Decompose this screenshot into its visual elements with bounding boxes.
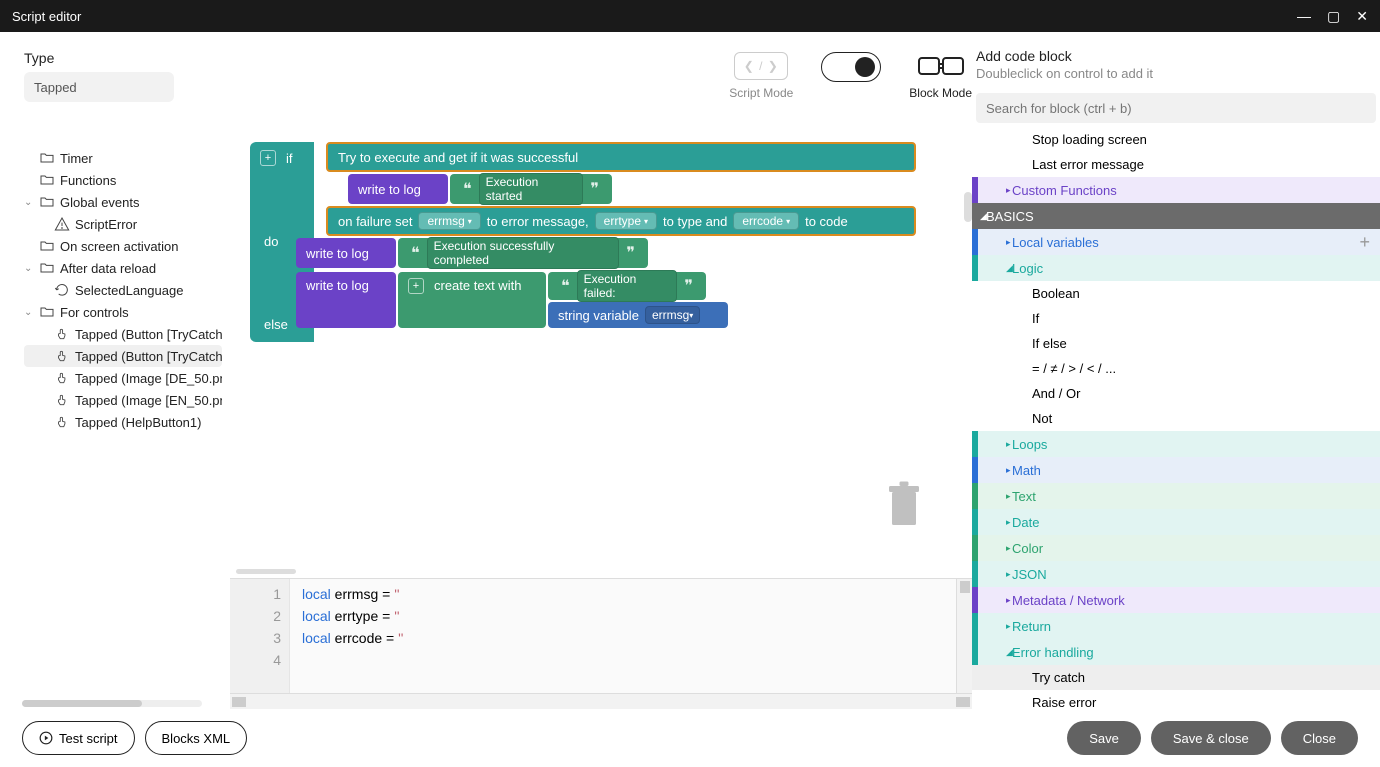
item-not[interactable]: Not: [972, 406, 1380, 431]
item-boolean[interactable]: Boolean: [972, 281, 1380, 306]
type-input[interactable]: [24, 72, 174, 102]
tree: Timer Functions ⌄Global events ScriptErr…: [24, 147, 222, 433]
code-scrollbar-v[interactable]: [956, 579, 972, 693]
script-mode-icon: ❮ / ❯: [734, 52, 788, 80]
cat-local-vars[interactable]: ▸Local variables+: [972, 229, 1380, 255]
item-if[interactable]: If: [972, 306, 1380, 331]
item-compare[interactable]: = / ≠ / > / < / ...: [972, 356, 1380, 381]
write-log-block-1[interactable]: write to log: [348, 174, 448, 204]
center-panel: ❮ / ❯ Script Mode Block Mode +if do else: [230, 32, 972, 709]
cat-math[interactable]: ▸Math: [972, 457, 1380, 483]
write-log-block-2[interactable]: write to log: [296, 238, 396, 268]
right-hint: Doubleclick on control to add it: [976, 66, 1368, 81]
add-variable-icon[interactable]: +: [1359, 232, 1370, 253]
type-label: Type: [24, 50, 222, 66]
text-block-failed[interactable]: ❝ Execution failed: ❞: [548, 272, 706, 300]
tree-selectedlang[interactable]: SelectedLanguage: [24, 279, 222, 301]
quote-close-icon: ❞: [587, 179, 602, 199]
cat-text[interactable]: ▸Text: [972, 483, 1380, 509]
cat-date[interactable]: ▸Date: [972, 509, 1380, 535]
pane-resize-handle[interactable]: [236, 569, 296, 574]
text-block-started[interactable]: ❝ Execution started ❞: [450, 174, 612, 204]
errmsg-var[interactable]: errmsg ▾: [645, 306, 700, 324]
maximize-icon[interactable]: ▢: [1327, 9, 1340, 23]
cat-json[interactable]: ▸JSON: [972, 561, 1380, 587]
errcode-field[interactable]: errcode▾: [733, 212, 799, 230]
tree-tap-4[interactable]: Tapped (Image [EN_50.png]): [24, 389, 222, 411]
window-title: Script editor: [12, 9, 81, 24]
tree-functions[interactable]: Functions: [24, 169, 222, 191]
close-icon[interactable]: ✕: [1356, 9, 1368, 23]
tree-timer[interactable]: Timer: [24, 147, 222, 169]
mode-toggle[interactable]: [821, 52, 881, 82]
tree-tap-3[interactable]: Tapped (Image [DE_50.png]): [24, 367, 222, 389]
search-input[interactable]: [976, 93, 1376, 123]
item-trycatch[interactable]: Try catch: [972, 665, 1380, 690]
block-mode-icon: [914, 52, 968, 80]
tree-for-controls[interactable]: ⌄For controls: [24, 301, 222, 323]
workspace-scrollbar[interactable]: [964, 192, 972, 222]
code-view[interactable]: local errmsg = '' local errtype = '' loc…: [290, 579, 403, 693]
errmsg-field[interactable]: errmsg▾: [418, 212, 480, 230]
script-mode-button[interactable]: ❮ / ❯ Script Mode: [729, 52, 793, 100]
mode-toolbar: ❮ / ❯ Script Mode Block Mode: [230, 32, 972, 142]
item-ifelse[interactable]: If else: [972, 331, 1380, 356]
item-stop-loading[interactable]: Stop loading screen: [972, 127, 1380, 152]
tree-tap-1[interactable]: Tapped (Button [TryCatch]): [24, 323, 222, 345]
tree-after-reload[interactable]: ⌄After data reload: [24, 257, 222, 279]
cat-error-handling[interactable]: ◢Error handling: [972, 639, 1380, 665]
right-panel: Add code block Doubleclick on control to…: [972, 32, 1380, 709]
save-button[interactable]: Save: [1067, 721, 1141, 755]
block-list: Stop loading screen Last error message ▸…: [972, 127, 1380, 709]
bottom-scrollbar[interactable]: [22, 700, 202, 707]
cat-logic[interactable]: ◢Logic: [972, 255, 1380, 281]
tree-tap-5[interactable]: Tapped (HelpButton1): [24, 411, 222, 433]
toggle-switch[interactable]: [821, 52, 881, 82]
right-title: Add code block: [976, 48, 1368, 64]
close-button[interactable]: Close: [1281, 721, 1358, 755]
code-pane: 1234 local errmsg = '' local errtype = '…: [230, 578, 972, 693]
cat-metadata[interactable]: ▸Metadata / Network: [972, 587, 1380, 613]
blocks-workspace[interactable]: +if do else Try to execute and get if it…: [230, 142, 972, 569]
text-block-success[interactable]: ❝ Execution successfully completed ❞: [398, 238, 648, 268]
tree-global-events[interactable]: ⌄Global events: [24, 191, 222, 213]
errtype-field[interactable]: errtype▾: [595, 212, 657, 230]
trash-icon[interactable]: [886, 479, 922, 529]
footer: Test script Blocks XML Save Save & close…: [0, 709, 1380, 767]
titlebar: Script editor — ▢ ✕: [0, 0, 1380, 32]
window-controls: — ▢ ✕: [1297, 9, 1368, 23]
cat-custom-functions[interactable]: ▸Custom Functions: [972, 177, 1380, 203]
item-raise[interactable]: Raise error: [972, 690, 1380, 709]
on-failure-block[interactable]: on failure set errmsg▾ to error message,…: [326, 206, 916, 236]
quote-open-icon: ❝: [460, 179, 475, 199]
cat-loops[interactable]: ▸Loops: [972, 431, 1380, 457]
tree-onscreen[interactable]: On screen activation: [24, 235, 222, 257]
cat-basics[interactable]: ◢BASICS: [972, 203, 1380, 229]
line-gutter: 1234: [230, 579, 290, 693]
item-last-error[interactable]: Last error message: [972, 152, 1380, 177]
item-andor[interactable]: And / Or: [972, 381, 1380, 406]
try-execute-block[interactable]: Try to execute and get if it was success…: [326, 142, 916, 172]
minimize-icon[interactable]: —: [1297, 9, 1311, 23]
test-script-button[interactable]: Test script: [22, 721, 135, 755]
cat-color[interactable]: ▸Color: [972, 535, 1380, 561]
create-text-block[interactable]: + create text with: [398, 272, 546, 328]
block-mode-button[interactable]: Block Mode: [909, 52, 972, 100]
write-log-block-3[interactable]: write to log: [296, 272, 396, 328]
tree-tap-2[interactable]: Tapped (Button [TryCatch]): [24, 345, 222, 367]
code-scrollbar-h[interactable]: [230, 693, 972, 709]
expand-icon[interactable]: +: [260, 150, 276, 166]
cat-return[interactable]: ▸Return: [972, 613, 1380, 639]
left-panel: Type Timer Functions ⌄Global events Scri…: [0, 32, 230, 709]
blocks-xml-button[interactable]: Blocks XML: [145, 721, 248, 755]
string-variable-block[interactable]: string variable errmsg ▾: [548, 302, 728, 328]
save-close-button[interactable]: Save & close: [1151, 721, 1271, 755]
tree-scripterror[interactable]: ScriptError: [24, 213, 222, 235]
expand-icon[interactable]: +: [408, 278, 424, 294]
